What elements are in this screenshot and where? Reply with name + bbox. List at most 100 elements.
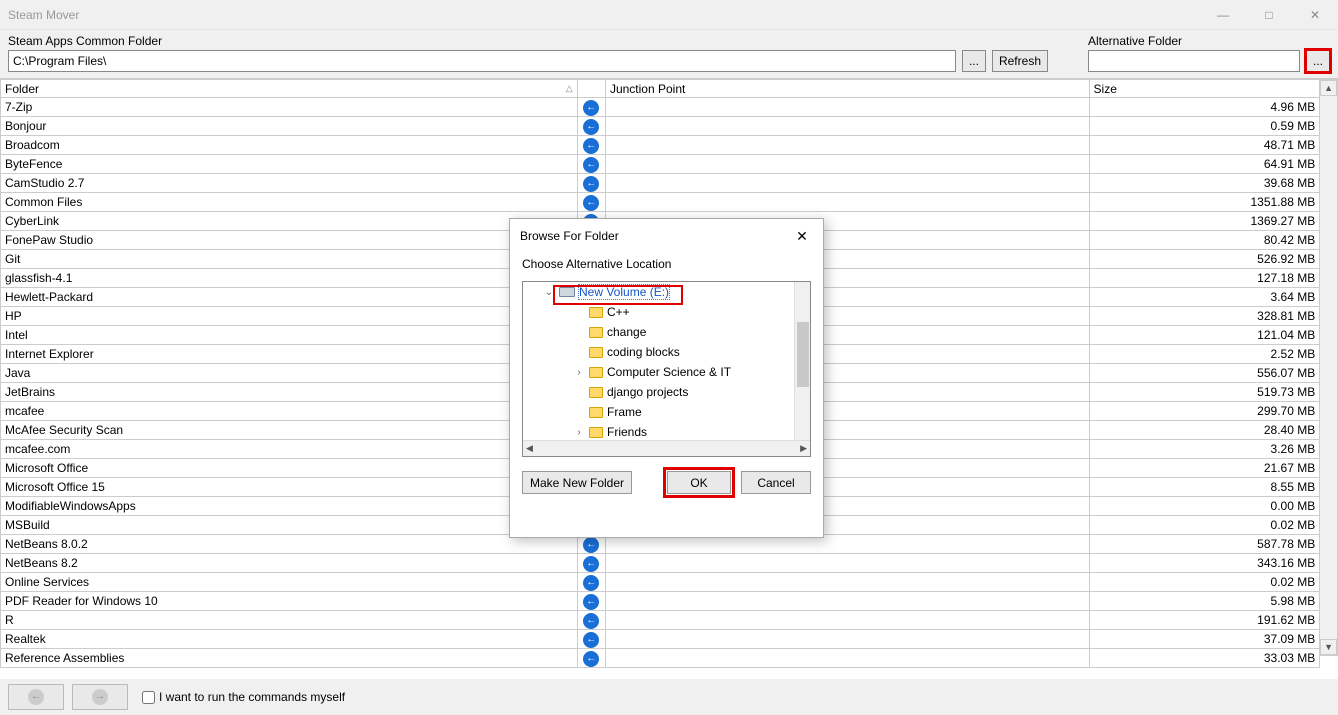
cell-size: 28.40 MB: [1089, 421, 1320, 440]
sort-asc-icon: △: [566, 83, 573, 94]
tree-vertical-scrollbar[interactable]: [794, 282, 810, 440]
table-row[interactable]: PDF Reader for Windows 10←5.98 MB: [1, 592, 1320, 611]
table-row[interactable]: Bonjour←0.59 MB: [1, 117, 1320, 136]
source-browse-button[interactable]: ...: [962, 50, 986, 72]
alt-browse-button[interactable]: ...: [1306, 50, 1330, 72]
cell-folder: ModifiableWindowsApps: [1, 497, 578, 516]
run-commands-label: I want to run the commands myself: [159, 690, 345, 704]
move-right-button[interactable]: →: [72, 684, 128, 710]
cell-direction: ←: [577, 193, 605, 212]
table-row[interactable]: ByteFence←64.91 MB: [1, 155, 1320, 174]
tree-horizontal-scrollbar[interactable]: ◀▶: [523, 440, 810, 456]
tree-item-label: Friends: [607, 425, 647, 439]
cell-direction: ←: [577, 117, 605, 136]
tree-folder-item[interactable]: C++: [523, 302, 810, 322]
cell-folder: Broadcom: [1, 136, 578, 155]
cell-direction: ←: [577, 98, 605, 117]
make-new-folder-button[interactable]: Make New Folder: [522, 471, 632, 494]
source-folder-label: Steam Apps Common Folder: [8, 34, 1048, 48]
cell-size: 587.78 MB: [1089, 535, 1320, 554]
dialog-close-icon[interactable]: ✕: [791, 225, 813, 247]
cell-junction: [605, 136, 1089, 155]
header-size[interactable]: Size: [1089, 80, 1320, 98]
cell-size: 343.16 MB: [1089, 554, 1320, 573]
move-left-button[interactable]: ←: [8, 684, 64, 710]
arrow-left-icon: ←: [583, 556, 599, 572]
cell-size: 0.02 MB: [1089, 573, 1320, 592]
cell-folder: CamStudio 2.7: [1, 174, 578, 193]
arrow-left-icon: ←: [583, 651, 599, 667]
table-row[interactable]: Realtek←37.09 MB: [1, 630, 1320, 649]
table-row[interactable]: Online Services← 0.02 MB: [1, 573, 1320, 592]
run-commands-checkbox[interactable]: I want to run the commands myself: [142, 690, 345, 704]
cell-folder: Online Services: [1, 573, 578, 592]
cell-size: 3.26 MB: [1089, 440, 1320, 459]
run-commands-checkbox-input[interactable]: [142, 691, 155, 704]
cell-folder: Java: [1, 364, 578, 383]
table-row[interactable]: R←191.62 MB: [1, 611, 1320, 630]
maximize-icon[interactable]: □: [1246, 0, 1292, 30]
cell-size: 519.73 MB: [1089, 383, 1320, 402]
scroll-up-icon[interactable]: ▲: [1320, 80, 1337, 96]
cell-folder: Bonjour: [1, 117, 578, 136]
tree-folder-item[interactable]: coding blocks: [523, 342, 810, 362]
alt-folder-input[interactable]: [1088, 50, 1300, 72]
cell-direction: ←: [577, 155, 605, 174]
cell-size: 121.04 MB: [1089, 326, 1320, 345]
cell-direction: ←: [577, 573, 605, 592]
close-icon[interactable]: ✕: [1292, 0, 1338, 30]
cell-folder: mcafee: [1, 402, 578, 421]
cancel-button[interactable]: Cancel: [741, 471, 811, 494]
scroll-down-icon[interactable]: ▼: [1320, 639, 1337, 655]
cell-folder: Realtek: [1, 630, 578, 649]
dialog-title: Browse For Folder: [520, 229, 619, 243]
cell-size: 191.62 MB: [1089, 611, 1320, 630]
tree-item-label: Computer Science & IT: [607, 365, 731, 379]
minimize-icon[interactable]: —: [1200, 0, 1246, 30]
cell-folder: CyberLink: [1, 212, 578, 231]
tree-folder-item[interactable]: Frame: [523, 402, 810, 422]
folder-icon: [589, 407, 603, 418]
cell-size: 8.55 MB: [1089, 478, 1320, 497]
window-titlebar: Steam Mover — □ ✕: [0, 0, 1338, 30]
vertical-scrollbar[interactable]: ▲ ▼: [1320, 79, 1338, 656]
tree-folder-item[interactable]: change: [523, 322, 810, 342]
arrow-left-icon: ←: [583, 632, 599, 648]
cell-size: 39.68 MB: [1089, 174, 1320, 193]
table-row[interactable]: CamStudio 2.7←39.68 MB: [1, 174, 1320, 193]
table-row[interactable]: 7-Zip←4.96 MB: [1, 98, 1320, 117]
refresh-button[interactable]: Refresh: [992, 50, 1048, 72]
table-row[interactable]: Reference Assemblies←33.03 MB: [1, 649, 1320, 668]
cell-size: 299.70 MB: [1089, 402, 1320, 421]
cell-junction: [605, 611, 1089, 630]
cell-junction: [605, 117, 1089, 136]
arrow-left-icon: ←: [28, 689, 44, 705]
cell-folder: PDF Reader for Windows 10: [1, 592, 578, 611]
cell-junction: [605, 98, 1089, 117]
tree-folder-item[interactable]: django projects: [523, 382, 810, 402]
arrow-right-icon: →: [92, 689, 108, 705]
arrow-left-icon: ←: [583, 594, 599, 610]
table-row[interactable]: Common Files←1351.88 MB: [1, 193, 1320, 212]
tree-folder-item[interactable]: ›Computer Science & IT: [523, 362, 810, 382]
header-folder[interactable]: Folder △: [1, 80, 578, 98]
header-junction[interactable]: Junction Point: [605, 80, 1089, 98]
cell-folder: JetBrains: [1, 383, 578, 402]
cell-junction: [605, 649, 1089, 668]
table-row[interactable]: NetBeans 8.2←343.16 MB: [1, 554, 1320, 573]
window-title: Steam Mover: [8, 8, 79, 22]
cell-direction: ←: [577, 611, 605, 630]
source-folder-input[interactable]: [8, 50, 956, 72]
arrow-left-icon: ←: [583, 613, 599, 629]
cell-folder: HP: [1, 307, 578, 326]
folder-tree[interactable]: ⌄New Volume (E:)C++changecoding blocks›C…: [522, 281, 811, 457]
table-row[interactable]: Broadcom←48.71 MB: [1, 136, 1320, 155]
cell-junction: [605, 592, 1089, 611]
cell-size: 21.67 MB: [1089, 459, 1320, 478]
tree-folder-item[interactable]: ›Friends: [523, 422, 810, 442]
arrow-left-icon: ←: [583, 100, 599, 116]
ok-button[interactable]: OK: [667, 471, 731, 494]
cell-folder: FonePaw Studio: [1, 231, 578, 250]
cell-folder: Git: [1, 250, 578, 269]
header-direction[interactable]: [577, 80, 605, 98]
